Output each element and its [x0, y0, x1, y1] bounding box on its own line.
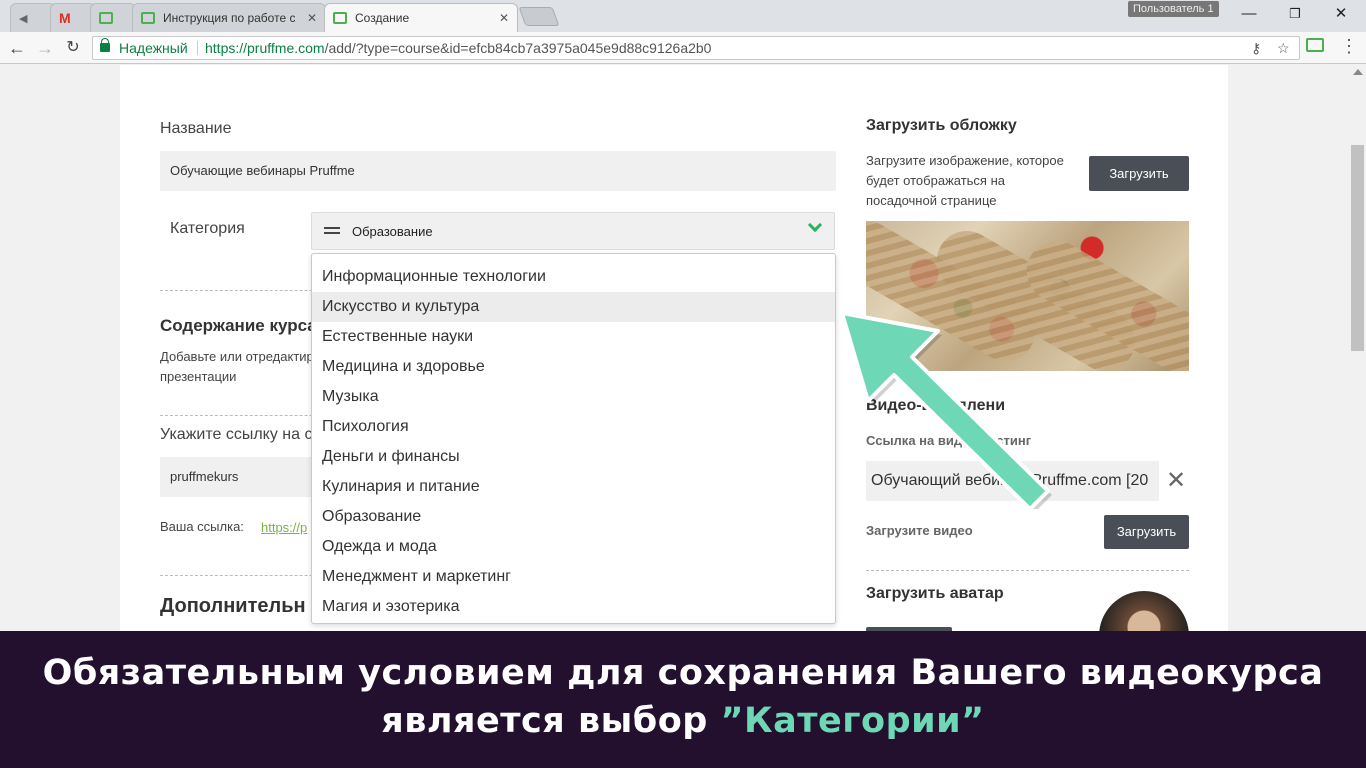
new-tab-button[interactable]	[518, 7, 560, 26]
upload-cover-button[interactable]: Загрузить	[1089, 156, 1189, 191]
secure-label: Надежный	[119, 40, 188, 56]
category-option[interactable]: Магия и эзотерика	[312, 592, 835, 622]
name-label: Название	[160, 120, 232, 137]
tab-title: Создание	[355, 11, 410, 25]
address-bar: ← → ↻ Надежный https://pruffme.com/add/?…	[0, 32, 1366, 64]
cover-note-line: будет отображаться на	[866, 173, 1005, 188]
browser-tab-strip: ◀︎ M Инструкция по работе с ✕ Создание ✕…	[0, 0, 1366, 32]
category-option[interactable]: Менеджмент и маркетинг	[312, 562, 835, 592]
caption-line-2: является выбор ”Категории”	[0, 701, 1366, 741]
url-divider	[197, 41, 198, 55]
cover-note: Загрузите изображение, которое будет ото…	[866, 151, 1064, 211]
tab-pruffme-1[interactable]	[90, 3, 136, 32]
scroll-up-icon[interactable]	[1353, 69, 1363, 75]
content-note-line: Добавьте или отредактир	[160, 349, 314, 364]
gmail-icon: M	[59, 10, 71, 26]
key-icon[interactable]: ⚷	[1251, 37, 1261, 59]
name-input[interactable]: Обучающие вебинары Pruffme	[160, 151, 836, 191]
category-option[interactable]: Образование	[312, 502, 835, 532]
url-path: /add/?type=course&id=efcb84cb7a3975a045e…	[324, 40, 712, 56]
close-icon[interactable]: ✕	[499, 11, 509, 25]
content-section-title: Содержание курса	[160, 316, 317, 335]
category-option[interactable]: Музыка	[312, 382, 835, 412]
category-dropdown-list: Информационные технологии Искусство и кул…	[311, 253, 836, 624]
category-option[interactable]: Искусство и культура	[312, 292, 835, 322]
reload-icon[interactable]: ↻	[62, 37, 84, 59]
extension-tv-icon[interactable]	[1306, 38, 1324, 52]
content-note-line: презентации	[160, 369, 237, 384]
lock-icon	[100, 38, 110, 52]
cover-note-line: Загрузите изображение, которое	[866, 153, 1064, 168]
link-label: Укажите ссылку на с	[160, 426, 313, 443]
url-text: https://pruffme.com/add/?type=course&id=…	[205, 37, 711, 59]
cover-title: Загрузить обложку	[866, 117, 1017, 134]
url-host: https://pruffme.com	[205, 40, 325, 56]
tv-icon	[333, 12, 347, 24]
chevron-down-icon[interactable]	[807, 217, 823, 233]
clear-icon[interactable]: ✕	[1166, 467, 1186, 495]
star-icon[interactable]: ☆	[1277, 37, 1290, 59]
caption-line-2-text: является выбор	[381, 701, 721, 741]
category-selected-value: Образование	[352, 224, 433, 239]
pointer-arrow-icon	[840, 311, 1052, 509]
scrollbar-thumb[interactable]	[1351, 145, 1364, 351]
category-option[interactable]: Деньги и финансы	[312, 442, 835, 472]
speaker-icon: ◀︎	[19, 12, 28, 25]
caption-banner: Обязательным условием для сохранения Ваш…	[0, 631, 1366, 768]
drag-handle-icon	[324, 227, 340, 229]
category-option[interactable]: Естественные науки	[312, 322, 835, 352]
cover-note-line: посадочной странице	[866, 193, 997, 208]
your-link-url[interactable]: https://p	[261, 520, 307, 535]
category-label: Категория	[170, 220, 245, 237]
category-select[interactable]: Образование	[311, 212, 835, 250]
extra-section-title: Дополнительн	[160, 595, 306, 617]
avatar-title: Загрузить аватар	[866, 585, 1004, 602]
divider	[866, 570, 1189, 571]
minimize-icon[interactable]: —	[1238, 4, 1260, 24]
window-close-icon[interactable]: ✕	[1330, 4, 1352, 24]
your-link-label: Ваша ссылка:	[160, 519, 244, 534]
url-field[interactable]: Надежный https://pruffme.com/add/?type=c…	[92, 36, 1300, 60]
tab-create[interactable]: Создание ✕	[324, 3, 518, 32]
close-icon[interactable]: ✕	[307, 11, 317, 25]
forward-arrow-icon[interactable]: →	[34, 37, 56, 59]
caption-accent: ”Категории”	[720, 701, 985, 741]
category-option[interactable]: Медицина и здоровье	[312, 352, 835, 382]
tv-icon	[141, 12, 155, 24]
upload-video-label: Загрузите видео	[866, 523, 973, 538]
tv-icon	[99, 12, 113, 24]
category-option[interactable]: Психология	[312, 412, 835, 442]
menu-icon[interactable]: ⋮	[1340, 36, 1358, 56]
profile-badge[interactable]: Пользователь 1	[1128, 1, 1219, 17]
category-option[interactable]: Информационные технологии	[312, 262, 835, 292]
caption-line-1: Обязательным условием для сохранения Ваш…	[42, 653, 1324, 693]
restore-icon[interactable]: ❐	[1284, 4, 1306, 24]
upload-video-button[interactable]: Загрузить	[1104, 515, 1189, 549]
category-option[interactable]: Одежда и мода	[312, 532, 835, 562]
content-note: Добавьте или отредактир презентации	[160, 347, 314, 387]
back-arrow-icon[interactable]: ←	[6, 37, 28, 59]
category-option[interactable]: Кулинария и питание	[312, 472, 835, 502]
tab-title: Инструкция по работе с	[163, 11, 296, 25]
tab-instruction[interactable]: Инструкция по работе с ✕	[132, 3, 326, 32]
